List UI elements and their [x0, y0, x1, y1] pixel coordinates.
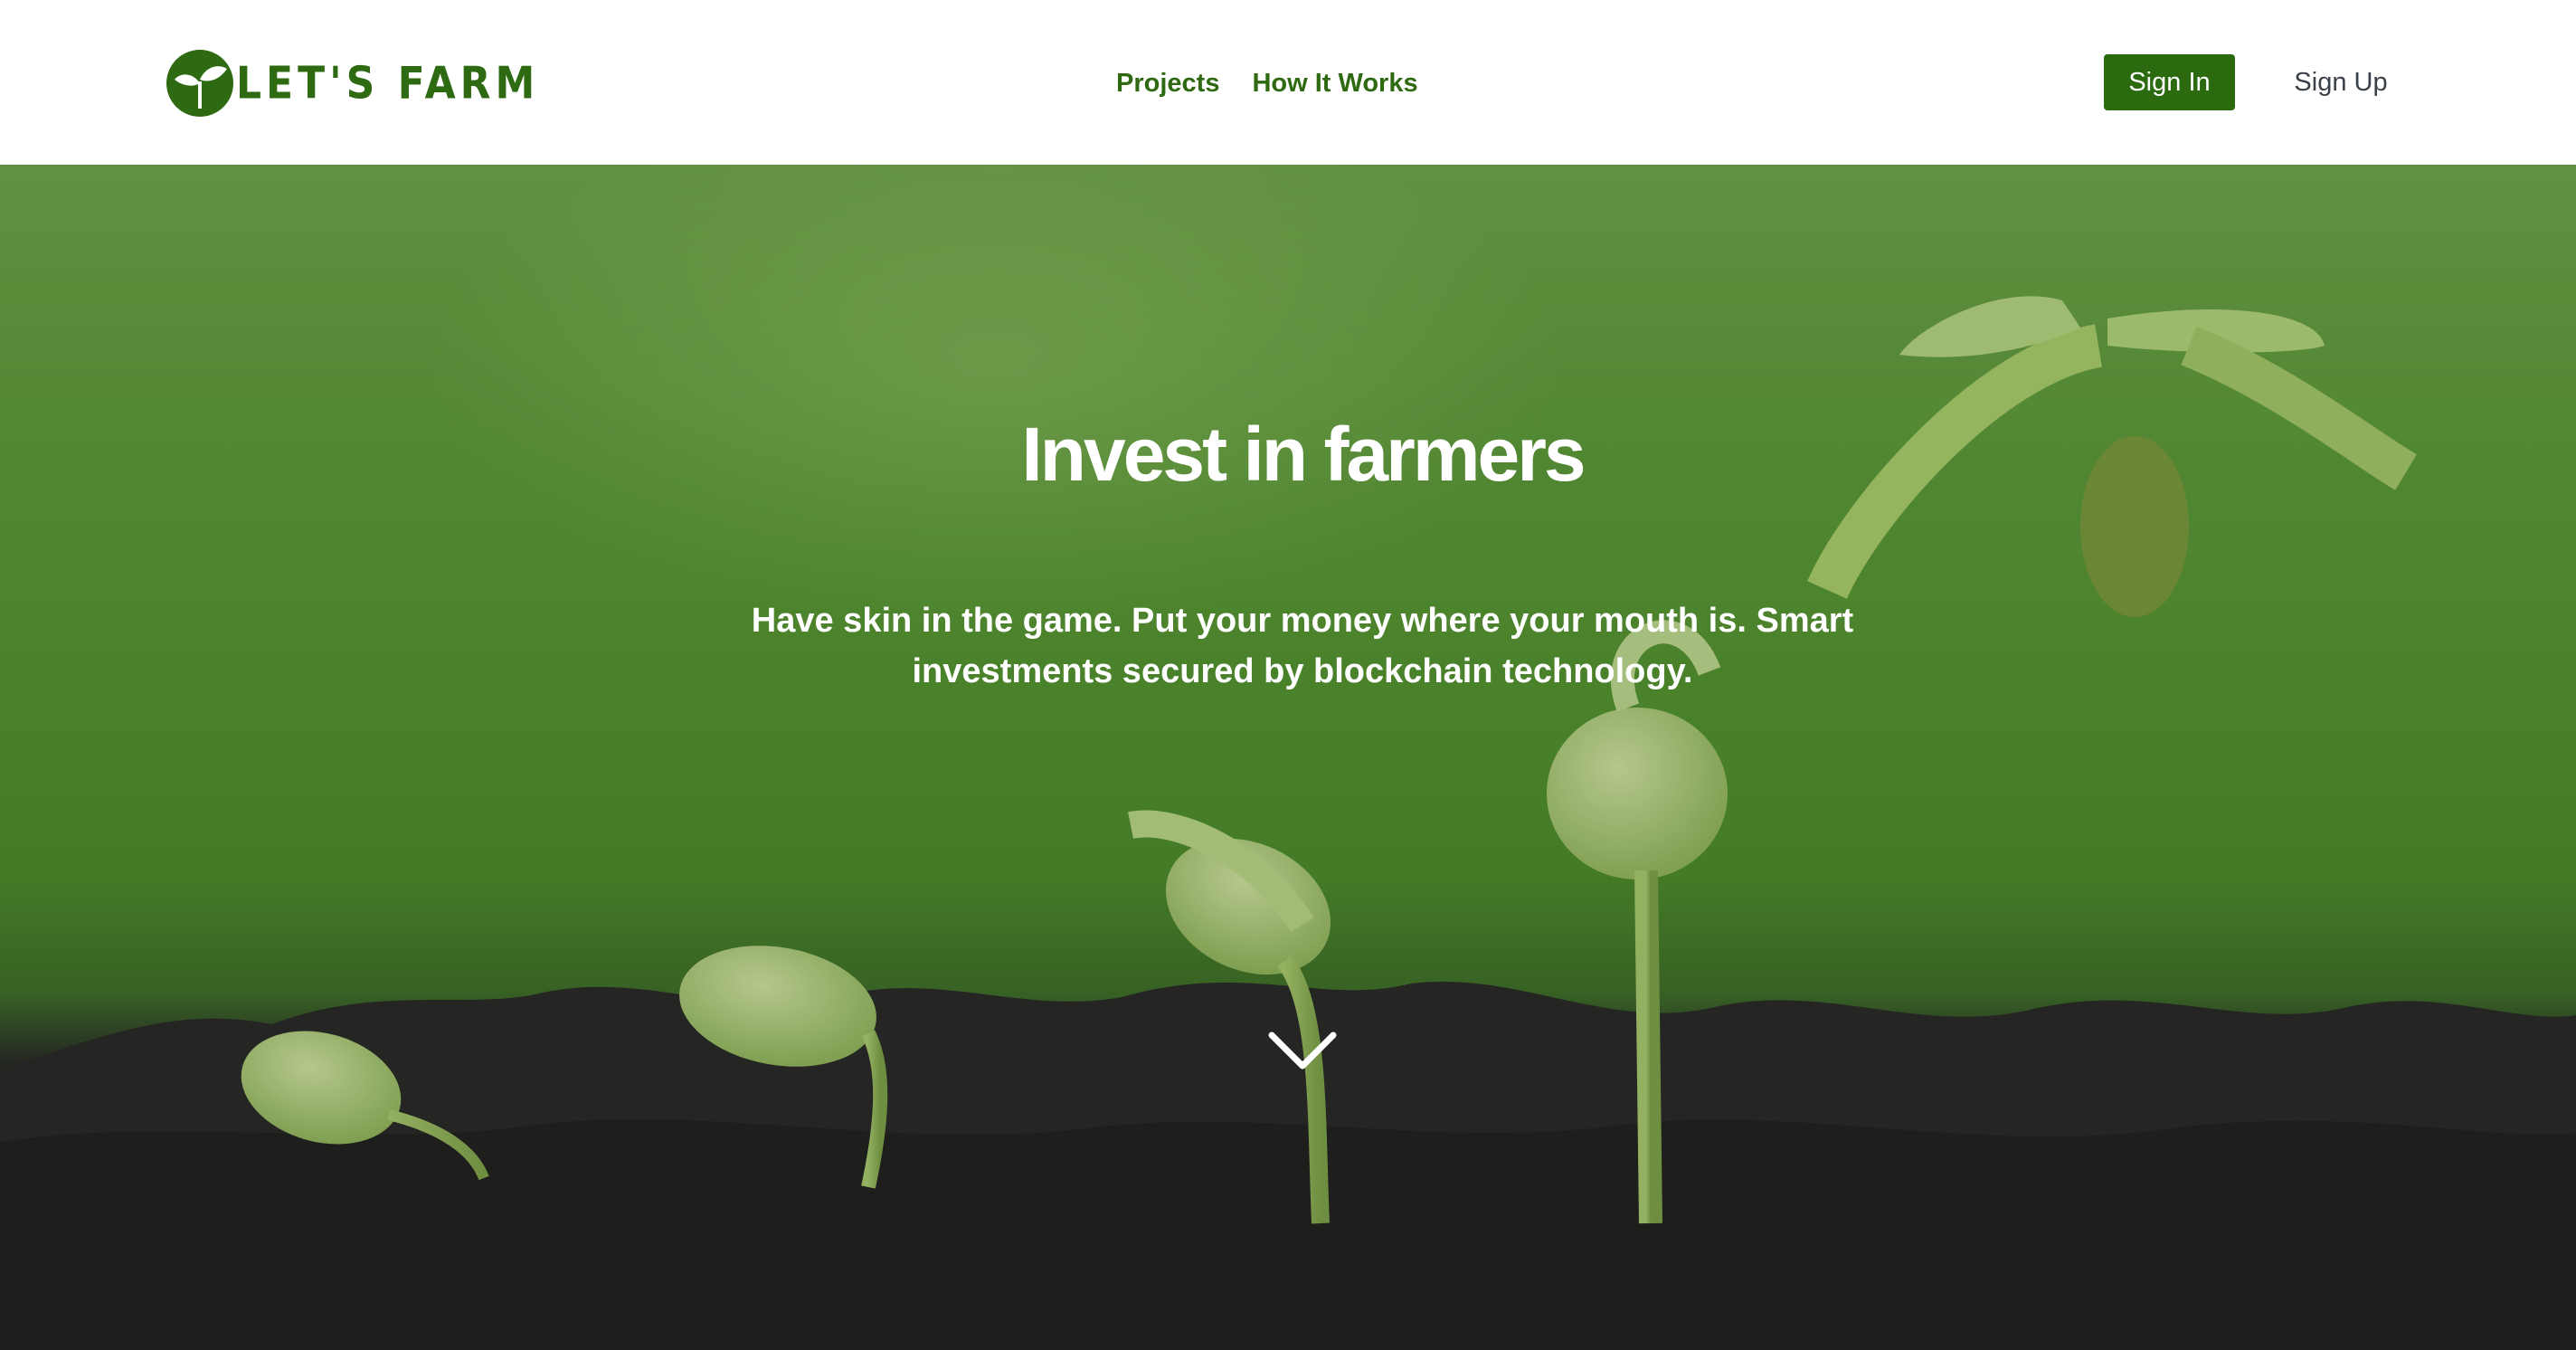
sign-in-button[interactable]: Sign In [2104, 54, 2235, 110]
sprout-leaf-icon [166, 50, 233, 117]
brand-name: LET'S FARM [236, 57, 540, 109]
sign-up-button[interactable]: Sign Up [2268, 54, 2413, 110]
hero-overlay [0, 165, 2576, 1350]
brand-logo[interactable]: LET'S FARM [166, 47, 539, 119]
hero-section: Invest in farmers Have skin in the game.… [0, 165, 2576, 1350]
hero-subtitle: Have skin in the game. Put your money wh… [751, 602, 1854, 690]
hero-title: Invest in farmers [1021, 412, 1586, 497]
chevron-down-icon[interactable] [1266, 1026, 1339, 1077]
site-header: LET'S FARM Projects How It Works Sign In… [0, 0, 2576, 165]
nav-link-projects[interactable]: Projects [1116, 63, 1219, 103]
main-nav: Projects How It Works [1116, 63, 1418, 103]
nav-link-how-it-works[interactable]: How It Works [1252, 63, 1417, 103]
